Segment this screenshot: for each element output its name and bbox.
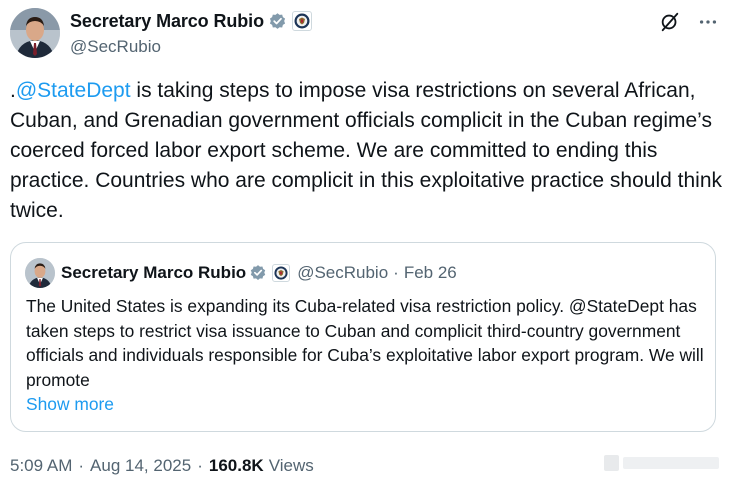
quoted-tweet[interactable]: Secretary Marco Rubio @SecRubio · Feb 26… bbox=[10, 242, 716, 432]
views-count: 160.8K bbox=[208, 456, 264, 475]
watermark-image bbox=[604, 452, 722, 474]
show-more-link[interactable]: Show more bbox=[26, 392, 711, 417]
state-dept-seal-icon bbox=[272, 264, 291, 282]
footer-separator-2: · bbox=[197, 456, 203, 475]
quoted-date[interactable]: Feb 26 bbox=[404, 263, 457, 283]
more-icon[interactable] bbox=[696, 10, 720, 34]
quoted-handle[interactable]: @SecRubio bbox=[297, 263, 388, 283]
avatar[interactable] bbox=[10, 8, 60, 58]
grok-icon[interactable] bbox=[658, 10, 682, 34]
tweet-header: Secretary Marco Rubio @SecRubio bbox=[10, 8, 720, 60]
author-display-name[interactable]: Secretary Marco Rubio bbox=[70, 11, 264, 32]
tweet-text: .@StateDept is taking steps to impose vi… bbox=[10, 76, 722, 226]
verified-badge-icon[interactable] bbox=[268, 12, 287, 31]
footer-separator: · bbox=[78, 456, 85, 475]
quoted-tweet-text: The United States is expanding its Cuba-… bbox=[26, 294, 711, 417]
quoted-separator: · bbox=[393, 263, 399, 282]
quoted-avatar[interactable] bbox=[25, 258, 55, 288]
tweet-footer: 5:09 AM · Aug 14, 2025 · 160.8K Views bbox=[10, 456, 314, 476]
author-handle[interactable]: @SecRubio bbox=[70, 37, 312, 57]
verified-badge-icon bbox=[249, 264, 267, 282]
views-label: Views bbox=[268, 456, 314, 475]
quoted-tweet-header: Secretary Marco Rubio @SecRubio · Feb 26 bbox=[25, 258, 457, 288]
tweet-date[interactable]: Aug 14, 2025 bbox=[90, 456, 191, 476]
quoted-display-name[interactable]: Secretary Marco Rubio bbox=[61, 263, 246, 283]
quoted-body: The United States is expanding its Cuba-… bbox=[26, 296, 704, 390]
mention-link[interactable]: @StateDept bbox=[16, 79, 131, 102]
tweet-time[interactable]: 5:09 AM bbox=[10, 456, 72, 476]
state-dept-seal-icon[interactable] bbox=[291, 11, 312, 31]
